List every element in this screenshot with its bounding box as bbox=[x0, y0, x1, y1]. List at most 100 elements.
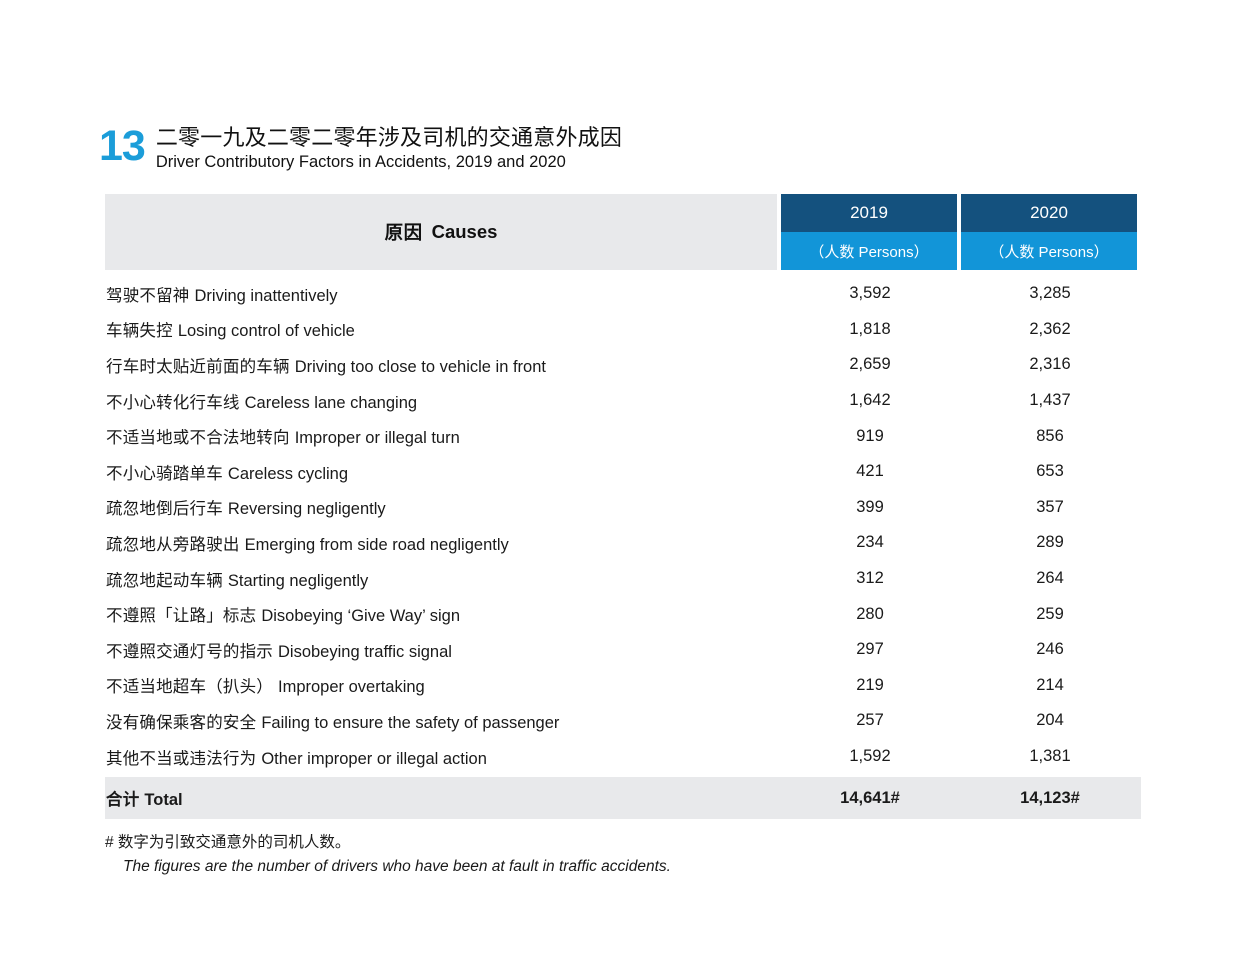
column-header-2019-unit: （人数 Persons） bbox=[781, 232, 957, 270]
column-header-2020-year: 2020 bbox=[961, 194, 1137, 232]
row-cause: 驾驶不留神 Driving inattentively bbox=[105, 282, 778, 306]
row-cause-zh: 不遵照「让路」标志 bbox=[106, 607, 257, 626]
table-row: 不小心骑踏单车 Careless cycling 421 653 bbox=[105, 454, 1141, 490]
row-value-2020: 3,285 bbox=[1029, 284, 1071, 303]
title-english: Driver Contributory Factors in Accidents… bbox=[155, 153, 566, 171]
total-value-2020: 14,123# bbox=[1020, 788, 1080, 807]
row-cause: 车辆失控 Losing control of vehicle bbox=[105, 317, 778, 341]
row-cause-zh: 行车时太贴近前面的车辆 bbox=[106, 357, 290, 376]
row-cause: 疏忽地起动车辆 Starting negligently bbox=[105, 567, 778, 591]
row-value-2020: 1,437 bbox=[1029, 391, 1071, 410]
row-value-2020: 357 bbox=[1036, 497, 1064, 516]
row-cause-en: Reversing negligently bbox=[227, 500, 386, 519]
page-title: 13 二零一九及二零二零年涉及司机的交通意外成因 Driver Contribu… bbox=[99, 122, 622, 173]
column-header-causes-en: Causes bbox=[431, 221, 498, 242]
table-row: 不适当地超车（扒头） Improper overtaking 219 214 bbox=[105, 668, 1141, 704]
row-cause-en: Disobeying ‘Give Way’ sign bbox=[261, 607, 460, 626]
row-cause-zh: 不小心骑踏单车 bbox=[106, 464, 223, 483]
row-cause-en: Starting negligently bbox=[227, 571, 369, 590]
row-value-2019: 399 bbox=[856, 497, 884, 516]
row-value-2020: 264 bbox=[1036, 569, 1064, 588]
total-label-en: Total bbox=[144, 791, 183, 810]
row-cause: 行车时太贴近前面的车辆 Driving too close to vehicle … bbox=[105, 353, 778, 377]
row-cause-zh: 疏忽地从旁路驶出 bbox=[106, 535, 240, 554]
row-value-2019: 1,592 bbox=[849, 747, 891, 766]
column-header-causes: 原因 Causes bbox=[105, 194, 777, 270]
row-value-2020: 2,362 bbox=[1029, 319, 1071, 338]
row-value-2020: 259 bbox=[1036, 604, 1064, 623]
row-cause-zh: 不遵照交通灯号的指示 bbox=[106, 642, 273, 661]
row-cause-en: Careless cycling bbox=[227, 464, 349, 483]
row-value-2019: 2,659 bbox=[849, 355, 891, 374]
row-cause: 不适当地或不合法地转向 Improper or illegal turn bbox=[105, 424, 778, 448]
row-value-2019: 312 bbox=[856, 569, 884, 588]
row-cause-zh: 疏忽地倒后行车 bbox=[106, 500, 223, 519]
row-cause-en: Improper overtaking bbox=[278, 678, 425, 697]
row-cause-zh: 驾驶不留神 bbox=[106, 286, 190, 305]
column-header-2019: 2019 （人数 Persons） bbox=[781, 194, 957, 270]
column-header-causes-zh: 原因 bbox=[384, 222, 423, 243]
table-row: 疏忽地起动车辆 Starting negligently 312 264 bbox=[105, 561, 1141, 597]
row-value-2019: 1,818 bbox=[849, 319, 891, 338]
row-cause-zh: 其他不当或违法行为 bbox=[106, 749, 257, 768]
row-cause-zh: 车辆失控 bbox=[106, 322, 173, 341]
row-cause: 不小心骑踏单车 Careless cycling bbox=[105, 460, 778, 484]
row-cause-en: Improper or illegal turn bbox=[294, 429, 460, 448]
row-value-2020: 2,316 bbox=[1029, 355, 1071, 374]
table-row-total: 合计 Total 14,641# 14,123# bbox=[105, 777, 1141, 820]
row-cause: 不适当地超车（扒头） Improper overtaking bbox=[105, 673, 778, 697]
row-cause-zh: 疏忽地起动车辆 bbox=[106, 571, 223, 590]
row-cause: 疏忽地倒后行车 Reversing negligently bbox=[105, 495, 778, 519]
total-value-2019: 14,641# bbox=[840, 788, 900, 807]
row-cause-en: Emerging from side road negligently bbox=[244, 535, 509, 554]
row-cause-en: Losing control of vehicle bbox=[177, 322, 355, 341]
row-cause: 不遵照「让路」标志 Disobeying ‘Give Way’ sign bbox=[105, 602, 778, 626]
title-chinese: 二零一九及二零二零年涉及司机的交通意外成因 bbox=[155, 125, 623, 150]
table-row: 车辆失控 Losing control of vehicle 1,818 2,36… bbox=[105, 312, 1141, 348]
page-root: 13 二零一九及二零二零年涉及司机的交通意外成因 Driver Contribu… bbox=[0, 0, 1240, 962]
column-header-2020: 2020 （人数 Persons） bbox=[961, 194, 1137, 270]
column-header-2019-year: 2019 bbox=[781, 194, 957, 232]
column-header-2020-unit: （人数 Persons） bbox=[961, 232, 1137, 270]
row-cause-zh: 没有确保乘客的安全 bbox=[106, 713, 257, 732]
table-row: 没有确保乘客的安全 Failing to ensure the safety of… bbox=[105, 703, 1141, 739]
table-row: 不遵照「让路」标志 Disobeying ‘Give Way’ sign 280 … bbox=[105, 596, 1141, 632]
row-value-2020: 246 bbox=[1036, 640, 1064, 659]
table-row: 疏忽地倒后行车 Reversing negligently 399 357 bbox=[105, 490, 1141, 526]
row-cause-en: Driving too close to vehicle in front bbox=[294, 357, 546, 376]
table-row: 疏忽地从旁路驶出 Emerging from side road negligen… bbox=[105, 525, 1141, 561]
row-value-2020: 653 bbox=[1036, 462, 1064, 481]
row-value-2019: 3,592 bbox=[849, 284, 891, 303]
row-value-2019: 297 bbox=[856, 640, 884, 659]
row-cause: 没有确保乘客的安全 Failing to ensure the safety of… bbox=[105, 709, 778, 733]
row-cause: 疏忽地从旁路驶出 Emerging from side road negligen… bbox=[105, 531, 778, 555]
row-value-2020: 289 bbox=[1036, 533, 1064, 552]
row-cause-zh: 不小心转化行车线 bbox=[106, 393, 240, 412]
table-header-row: 原因 Causes 2019 （人数 Persons） 2020 （人数 Per… bbox=[105, 194, 1141, 270]
footnote-english: The figures are the number of drivers wh… bbox=[123, 858, 671, 875]
row-cause-zh: 不适当地或不合法地转向 bbox=[106, 429, 290, 448]
row-cause-en: Careless lane changing bbox=[244, 393, 418, 412]
table-row: 不小心转化行车线 Careless lane changing 1,642 1,4… bbox=[105, 383, 1141, 419]
title-texts: 二零一九及二零二零年涉及司机的交通意外成因 Driver Contributor… bbox=[156, 122, 622, 173]
row-value-2020: 204 bbox=[1036, 711, 1064, 730]
total-label-zh: 合计 bbox=[106, 791, 140, 810]
table-row: 驾驶不留神 Driving inattentively 3,592 3,285 bbox=[105, 276, 1141, 312]
row-cause-zh: 不适当地超车（扒头） bbox=[106, 678, 273, 697]
row-cause-en: Driving inattentively bbox=[194, 286, 338, 305]
row-value-2019: 257 bbox=[856, 711, 884, 730]
footnote-chinese: # 数字为引致交通意外的司机人数。 bbox=[105, 834, 351, 851]
statistics-table: 原因 Causes 2019 （人数 Persons） 2020 （人数 Per… bbox=[105, 194, 1141, 820]
table-row: 其他不当或违法行为 Other improper or illegal actio… bbox=[105, 739, 1141, 775]
row-cause-en: Failing to ensure the safety of passenge… bbox=[261, 713, 560, 732]
table-row: 行车时太贴近前面的车辆 Driving too close to vehicle … bbox=[105, 347, 1141, 383]
total-label: 合计 Total bbox=[105, 786, 778, 810]
row-value-2019: 919 bbox=[856, 426, 884, 445]
row-value-2020: 856 bbox=[1036, 426, 1064, 445]
table-row: 不适当地或不合法地转向 Improper or illegal turn 919 … bbox=[105, 418, 1141, 454]
table-row: 不遵照交通灯号的指示 Disobeying traffic signal 297 … bbox=[105, 632, 1141, 668]
row-value-2019: 234 bbox=[856, 533, 884, 552]
row-value-2019: 1,642 bbox=[849, 391, 891, 410]
row-cause: 不小心转化行车线 Careless lane changing bbox=[105, 389, 778, 413]
row-cause: 不遵照交通灯号的指示 Disobeying traffic signal bbox=[105, 638, 778, 662]
